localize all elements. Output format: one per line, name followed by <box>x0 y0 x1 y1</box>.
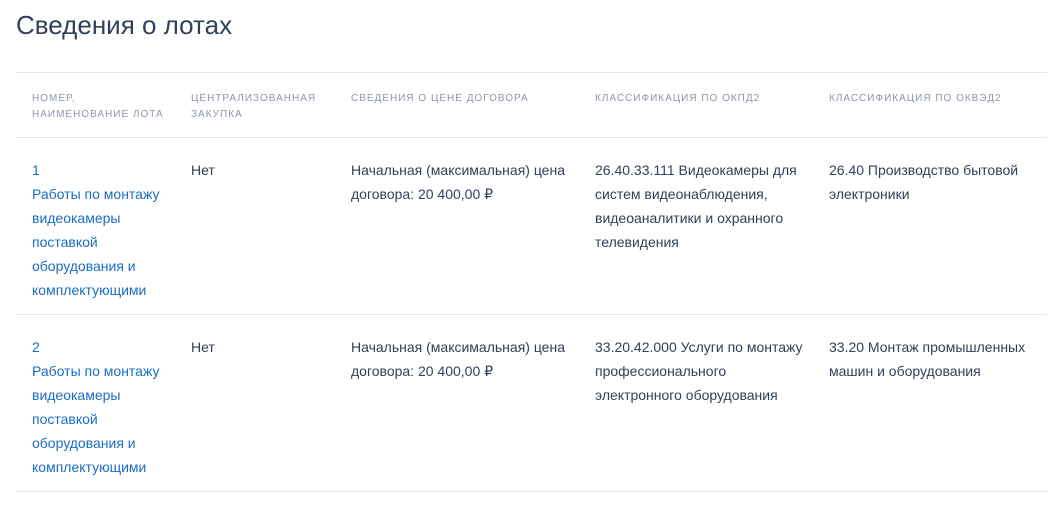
lot-number: 1 <box>32 162 40 178</box>
table-header-row: Номер, наименование лота Централизованна… <box>16 73 1047 138</box>
centralized-cell: Нет <box>191 339 215 355</box>
okpd2-cell: 33.20.42.000 Услуги по монтажу профессио… <box>595 339 803 403</box>
okved2-cell: 26.40 Производство бытовой электроники <box>829 162 1019 202</box>
price-cell: Начальная (максимальная) цена договора: … <box>351 162 565 202</box>
centralized-cell: Нет <box>191 162 215 178</box>
lots-table: Номер, наименование лота Централизованна… <box>16 72 1047 492</box>
column-header-price: Сведения о цене договора <box>351 93 529 104</box>
okpd2-cell: 26.40.33.111 Видеокамеры для систем виде… <box>595 162 797 250</box>
column-header-lot: Номер, наименование лота <box>32 93 164 120</box>
okved2-cell: 33.20 Монтаж промышленных машин и оборуд… <box>829 339 1026 379</box>
table-row: 1 Работы по монтажу видеокамеры поставко… <box>16 138 1047 315</box>
lot-number: 2 <box>32 339 40 355</box>
lot-link[interactable]: 2 Работы по монтажу видеокамеры поставко… <box>32 335 172 479</box>
table-row: 2 Работы по монтажу видеокамеры поставко… <box>16 315 1047 492</box>
column-header-okved2: Классификация по ОКВЭД2 <box>829 93 1002 104</box>
lot-name: Работы по монтажу видеокамеры поставкой … <box>32 363 160 475</box>
lot-link[interactable]: 1 Работы по монтажу видеокамеры поставко… <box>32 158 172 302</box>
lot-cell: 1 Работы по монтажу видеокамеры поставко… <box>32 158 172 302</box>
page-title: Сведения о лотах <box>16 10 233 40</box>
price-cell: Начальная (максимальная) цена договора: … <box>351 339 565 379</box>
lot-cell: 2 Работы по монтажу видеокамеры поставко… <box>32 335 172 479</box>
lot-name: Работы по монтажу видеокамеры поставкой … <box>32 186 160 298</box>
column-header-okpd2: Классификация по ОКПД2 <box>595 93 761 104</box>
column-header-centralized: Централизованная закупка <box>191 93 317 120</box>
